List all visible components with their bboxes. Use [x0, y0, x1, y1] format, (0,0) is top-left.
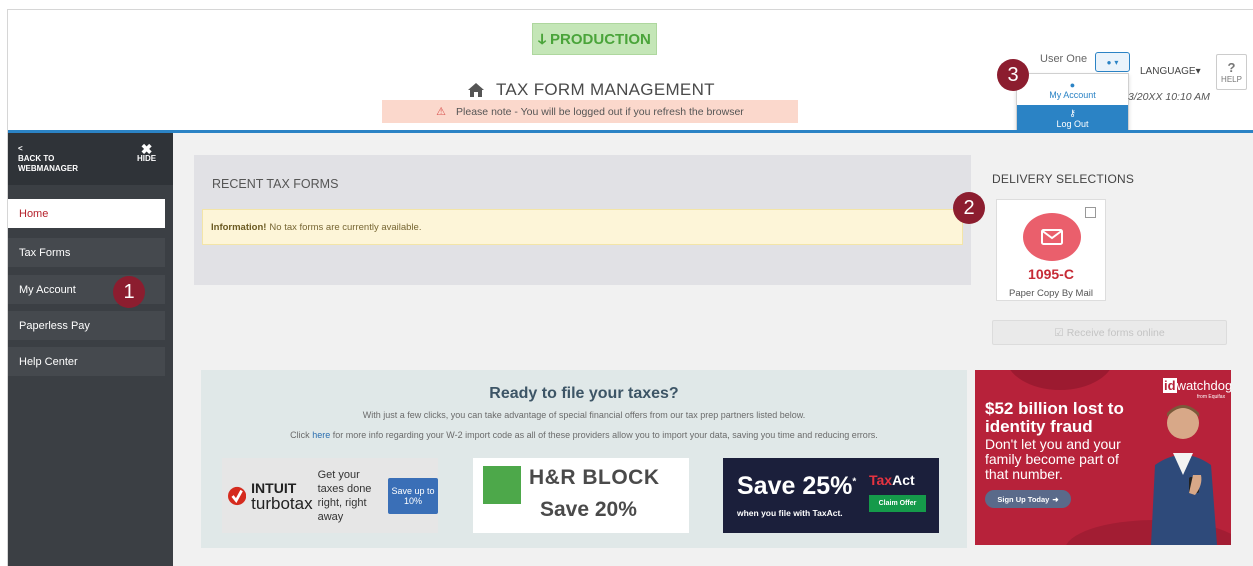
idwatchdog-ad[interactable]: idwatchdog from Equifax $52 billion lost…	[975, 370, 1231, 545]
hrblock-ad[interactable]: H&R BLOCK Save 20%	[473, 458, 689, 533]
idwatchdog-body: Don't let you and your family become par…	[985, 436, 1121, 482]
form-code: 1095-C	[1028, 266, 1074, 282]
close-icon: ✖	[140, 141, 153, 157]
help-button[interactable]: ? HELP	[1216, 54, 1247, 90]
idwatchdog-headline: $52 billion lost to identity fraud	[985, 399, 1124, 436]
delivery-method: Paper Copy By Mail	[1009, 288, 1093, 299]
caret-down-icon: ▾	[1114, 57, 1119, 67]
sidebar-item-tax-forms[interactable]: Tax Forms	[8, 238, 165, 267]
menu-item-log-out[interactable]: ⚷ Log Out	[1017, 105, 1128, 131]
recent-tax-forms-title: RECENT TAX FORMS	[212, 177, 339, 191]
logout-notice: ⚠ Please note - You will be logged out i…	[382, 100, 798, 123]
hrblock-logo-icon	[483, 466, 521, 504]
question-icon: ?	[1227, 60, 1236, 75]
checkbox-icon: ☑	[1054, 326, 1064, 339]
callout-badge-2: 2	[953, 192, 985, 224]
sidebar-item-home[interactable]: Home	[8, 199, 165, 228]
idwatchdog-logo: idwatchdog	[1163, 378, 1231, 393]
hrblock-name: H&R BLOCK	[529, 466, 660, 489]
menu-item-my-account[interactable]: ● My Account	[1017, 74, 1128, 105]
promo-w2-info: Click here for more info regarding your …	[290, 430, 878, 440]
taxact-logo: TaxAct	[869, 472, 915, 488]
callout-badge-1: 1	[113, 276, 145, 308]
checkmark-logo-icon	[228, 486, 247, 505]
user-icon: ●	[1106, 57, 1112, 67]
callout-badge-3: 3	[997, 59, 1029, 91]
caret-down-icon: ▾	[1195, 66, 1201, 77]
wifi-icon: ↆ	[538, 30, 547, 48]
user-dropdown-menu: ● My Account ⚷ Log Out	[1016, 73, 1129, 132]
arrow-right-circle-icon: ➜	[1052, 494, 1059, 504]
turbotax-save-badge: Save up to 10%	[388, 477, 438, 514]
user-name: User One	[1040, 53, 1088, 65]
mail-icon	[1023, 213, 1081, 261]
sidebar-item-help-center[interactable]: Help Center	[8, 347, 165, 376]
back-to-webmanager-link[interactable]: < BACK TO WEBMANAGER	[18, 144, 78, 174]
sidebar-header: < BACK TO WEBMANAGER ✖ HIDE	[8, 133, 173, 185]
key-icon: ⚷	[1069, 107, 1076, 118]
back-arrow-icon: <	[18, 144, 23, 153]
delivery-card-1095c: 1095-C Paper Copy By Mail	[996, 199, 1106, 301]
hrblock-save: Save 20%	[540, 498, 637, 521]
page-title: TAX FORM MANAGEMENT	[468, 80, 715, 100]
info-alert: Information! No tax forms are currently …	[202, 209, 963, 245]
user-menu-button[interactable]: ● ▾	[1095, 52, 1130, 72]
turbotax-logo: INTUIT turbotax	[251, 479, 313, 513]
sidebar-item-paperless-pay[interactable]: Paperless Pay	[8, 311, 165, 340]
taxact-save: Save 25%*	[737, 472, 857, 500]
delivery-checkbox[interactable]	[1085, 207, 1096, 218]
taxact-ad[interactable]: Save 25%* when you file with TaxAct. Tax…	[723, 458, 939, 533]
user-icon: ●	[1069, 79, 1076, 90]
taxact-sub: when you file with TaxAct.	[737, 508, 843, 518]
delivery-selections-title: DELIVERY SELECTIONS	[992, 172, 1135, 186]
promo-description: With just a few clicks, you can take adv…	[362, 410, 806, 420]
turbotax-ad[interactable]: INTUIT turbotax Get your taxes done righ…	[222, 458, 438, 533]
production-badge: ↆ PRODUCTION	[532, 23, 657, 55]
login-datetime: 3/20XX 10:10 AM	[1128, 91, 1210, 103]
promo-title: Ready to file your taxes?	[489, 385, 679, 402]
hide-sidebar-button[interactable]: ✖ HIDE	[137, 141, 156, 164]
here-link[interactable]: here	[312, 430, 330, 440]
turbotax-tagline: Get your taxes done right, right away	[317, 468, 372, 523]
decorative-shape	[1005, 370, 1115, 390]
language-selector[interactable]: LANGUAGE▾	[1140, 66, 1201, 77]
warning-icon: ⚠	[436, 106, 447, 118]
home-icon	[468, 83, 484, 97]
person-with-phone-image	[1151, 405, 1217, 545]
sign-up-today-button[interactable]: Sign Up Today ➜	[985, 490, 1071, 508]
receive-forms-online-button[interactable]: ☑ Receive forms online	[992, 320, 1227, 345]
taxact-claim-button[interactable]: Claim Offer	[869, 495, 926, 512]
